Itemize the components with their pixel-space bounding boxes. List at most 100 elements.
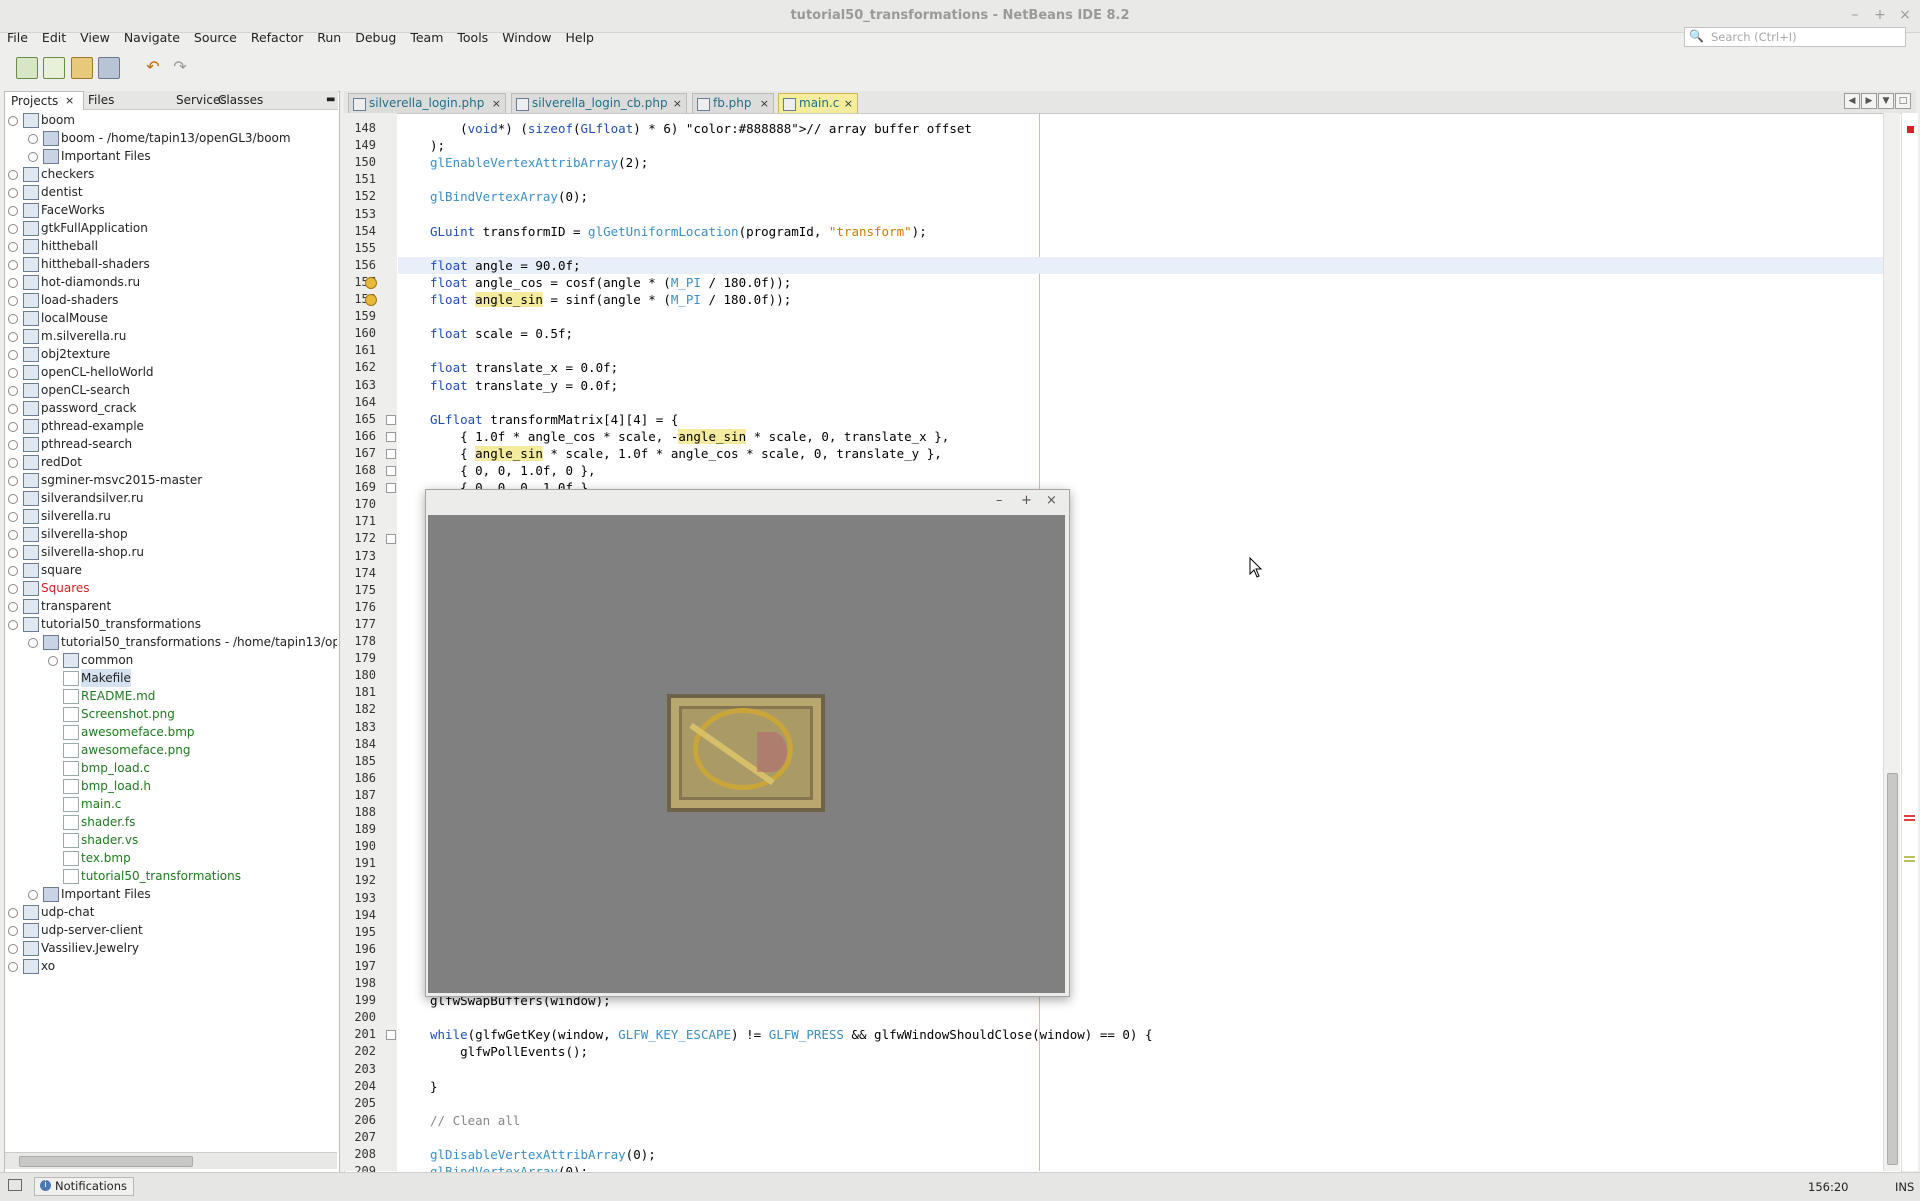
show-opened-documents-icon[interactable]: ▼ <box>1878 93 1894 109</box>
expand-toggle-icon[interactable] <box>8 476 18 486</box>
redo-icon[interactable]: ↷ <box>170 57 190 77</box>
scrollbar-thumb[interactable] <box>19 1156 193 1167</box>
search-input[interactable]: 🔍 Search (Ctrl+I) <box>1684 27 1906 47</box>
expand-toggle-icon[interactable] <box>8 224 18 234</box>
gl-minimize-button[interactable]: – <box>996 493 1003 508</box>
expand-toggle-icon[interactable] <box>8 440 18 450</box>
expand-toggle-icon[interactable] <box>28 134 38 144</box>
menu-debug[interactable]: Debug <box>348 27 403 49</box>
expand-toggle-icon[interactable] <box>8 260 18 270</box>
tree-item[interactable]: Makefile <box>5 669 335 687</box>
gl-close-button[interactable]: × <box>1046 493 1057 508</box>
new-project-icon[interactable] <box>16 57 38 79</box>
tab-files[interactable]: Files <box>82 91 148 109</box>
tree-item[interactable]: Screenshot.png <box>5 705 335 723</box>
menu-view[interactable]: View <box>73 27 117 49</box>
error-marker[interactable] <box>1904 819 1915 821</box>
tree-item[interactable]: bmp_load.c <box>5 759 335 777</box>
tab-silverella-login-php[interactable]: silverella_login.php × <box>348 93 506 114</box>
expand-toggle-icon[interactable] <box>8 386 18 396</box>
tree-item[interactable]: silverella-shop.ru <box>5 543 335 561</box>
code-line[interactable]: float translate_x = 0.0f; <box>430 359 618 376</box>
tree-item[interactable]: hittheball <box>5 237 335 255</box>
tree-item[interactable]: pthread-example <box>5 417 335 435</box>
fold-toggle-icon[interactable] <box>386 466 396 476</box>
minimize-window-button[interactable]: – <box>1846 6 1864 24</box>
tree-item[interactable]: main.c <box>5 795 335 813</box>
tree-horizontal-scrollbar[interactable] <box>5 1152 337 1169</box>
expand-toggle-icon[interactable] <box>8 530 18 540</box>
tree-item[interactable]: obj2texture <box>5 345 335 363</box>
expand-toggle-icon[interactable] <box>8 242 18 252</box>
warning-bulb-icon[interactable] <box>365 294 377 306</box>
expand-toggle-icon[interactable] <box>8 332 18 342</box>
editor-vertical-scrollbar[interactable] <box>1883 113 1900 1171</box>
tree-item[interactable]: localMouse <box>5 309 335 327</box>
expand-toggle-icon[interactable] <box>8 566 18 576</box>
menu-source[interactable]: Source <box>187 27 244 49</box>
expand-toggle-icon[interactable] <box>8 368 18 378</box>
tree-item[interactable]: gtkFullApplication <box>5 219 335 237</box>
tree-item[interactable]: openCL-helloWorld <box>5 363 335 381</box>
menu-run[interactable]: Run <box>310 27 348 49</box>
expand-toggle-icon[interactable] <box>8 314 18 324</box>
code-line[interactable]: glDisableVertexAttribArray(0); <box>430 1146 656 1163</box>
tree-item[interactable]: bmp_load.h <box>5 777 335 795</box>
tree-item[interactable]: openCL-search <box>5 381 335 399</box>
error-marker[interactable] <box>1907 126 1914 133</box>
expand-toggle-icon[interactable] <box>8 926 18 936</box>
code-line[interactable]: { angle_sin * scale, 1.0f * angle_cos * … <box>430 445 942 462</box>
expand-toggle-icon[interactable] <box>8 206 18 216</box>
tree-item[interactable]: udp-chat <box>5 903 335 921</box>
fold-toggle-icon[interactable] <box>386 415 396 425</box>
menu-edit[interactable]: Edit <box>35 27 73 49</box>
tree-item[interactable]: load-shaders <box>5 291 335 309</box>
code-line[interactable]: float scale = 0.5f; <box>430 325 573 342</box>
show-output-icon[interactable] <box>8 1179 22 1191</box>
tree-item[interactable]: silverella.ru <box>5 507 335 525</box>
new-file-icon[interactable] <box>43 57 65 79</box>
gl-maximize-button[interactable]: + <box>1021 493 1032 508</box>
tree-item[interactable]: Squares <box>5 579 335 597</box>
tree-item[interactable]: square <box>5 561 335 579</box>
tree-item[interactable]: Important Files <box>5 147 335 165</box>
tree-item[interactable]: pthread-search <box>5 435 335 453</box>
expand-toggle-icon[interactable] <box>8 458 18 468</box>
opengl-window-title-bar[interactable]: – + × <box>426 490 1069 514</box>
expand-toggle-icon[interactable] <box>8 188 18 198</box>
code-line[interactable]: { 0, 0, 1.0f, 0 }, <box>430 462 595 479</box>
tree-item[interactable]: sgminer-msvc2015-master <box>5 471 335 489</box>
warning-bulb-icon[interactable] <box>365 277 377 289</box>
expand-toggle-icon[interactable] <box>8 512 18 522</box>
open-project-icon[interactable] <box>71 57 93 79</box>
tree-item[interactable]: common <box>5 651 335 669</box>
tab-fb-php[interactable]: fb.php × <box>692 93 774 114</box>
undo-icon[interactable]: ↶ <box>143 57 163 77</box>
tree-item[interactable]: tex.bmp <box>5 849 335 867</box>
menu-file[interactable]: File <box>0 27 35 49</box>
search-icon[interactable]: 🔍 <box>1689 29 1704 43</box>
menu-tools[interactable]: Tools <box>450 27 495 49</box>
expand-toggle-icon[interactable] <box>28 890 38 900</box>
tree-item[interactable]: README.md <box>5 687 335 705</box>
close-tab-icon[interactable]: × <box>844 94 853 113</box>
tree-item[interactable]: udp-server-client <box>5 921 335 939</box>
scrollbar-thumb[interactable] <box>1887 773 1898 1165</box>
code-line[interactable]: ); <box>430 137 445 154</box>
fold-toggle-icon[interactable] <box>386 449 396 459</box>
expand-toggle-icon[interactable] <box>8 170 18 180</box>
tab-projects[interactable]: Projects × <box>4 91 84 110</box>
menu-refactor[interactable]: Refactor <box>244 27 310 49</box>
occurrence-marker[interactable] <box>1904 860 1915 862</box>
expand-toggle-icon[interactable] <box>8 602 18 612</box>
tree-item[interactable]: Vassiliev.Jewelry <box>5 939 335 957</box>
expand-toggle-icon[interactable] <box>8 494 18 504</box>
expand-toggle-icon[interactable] <box>8 548 18 558</box>
tree-item[interactable]: m.silverella.ru <box>5 327 335 345</box>
expand-toggle-icon[interactable] <box>8 116 18 126</box>
tree-item[interactable]: boom <box>5 111 335 129</box>
code-line[interactable]: (void*) (sizeof(GLfloat) * 6) "color:#88… <box>430 120 972 137</box>
code-line[interactable]: while(glfwGetKey(window, GLFW_KEY_ESCAPE… <box>430 1026 1153 1043</box>
tree-item[interactable]: silverandsilver.ru <box>5 489 335 507</box>
expand-toggle-icon[interactable] <box>8 620 18 630</box>
